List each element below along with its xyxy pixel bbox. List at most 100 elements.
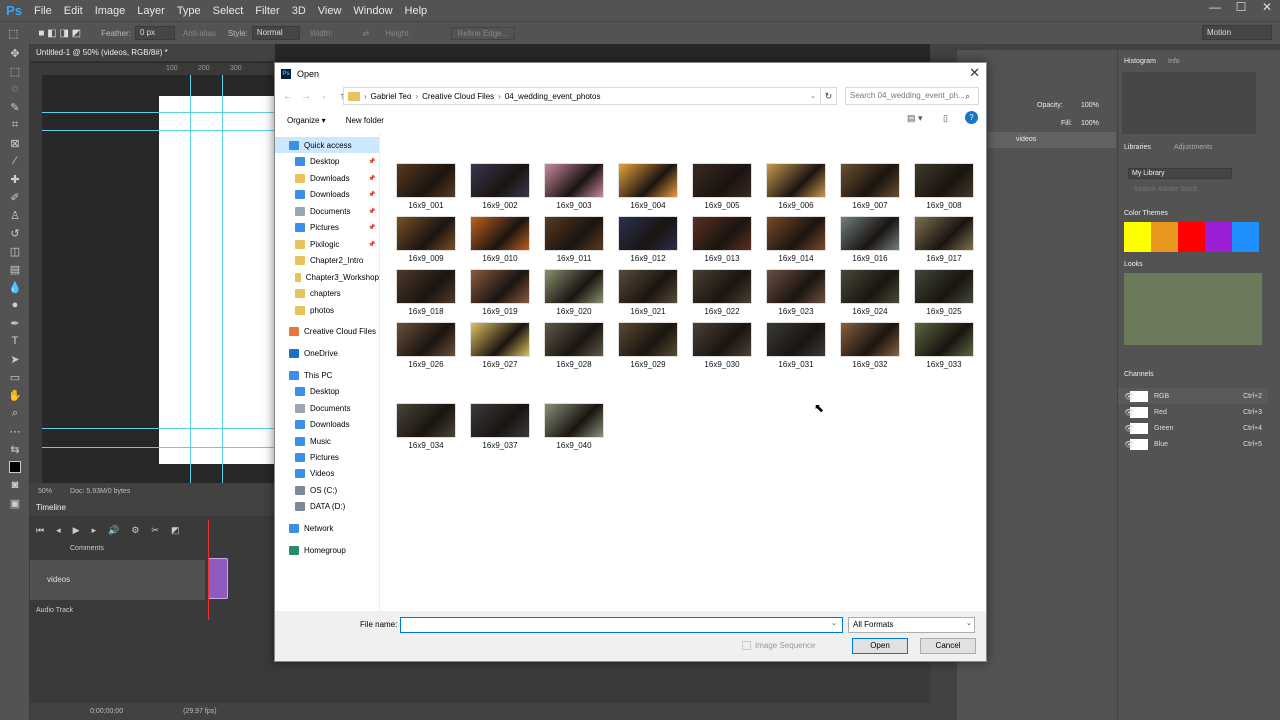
menu-type[interactable]: Type <box>171 5 207 17</box>
dodge-tool-icon[interactable]: ● <box>0 296 30 314</box>
file-thumbnail[interactable]: 16x9_016 <box>839 216 901 264</box>
stamp-tool-icon[interactable]: ♙ <box>0 206 30 224</box>
menu-select[interactable]: Select <box>207 5 250 17</box>
eye-icon[interactable]: 👁 <box>1124 440 1134 449</box>
eyedropper-tool-icon[interactable]: ⁄ <box>0 152 30 170</box>
shape-tool-icon[interactable]: ▭ <box>0 368 30 386</box>
file-thumbnail[interactable]: 16x9_017 <box>913 216 975 264</box>
file-thumbnail[interactable]: 16x9_001 <box>395 163 457 211</box>
nav-item-desktop[interactable]: Desktop <box>275 383 379 399</box>
tab-channels[interactable]: Channels <box>1124 371 1154 378</box>
more-tools-icon[interactable]: ⋯ <box>0 422 30 440</box>
nav-item-chapter3-workshop[interactable]: Chapter3_Workshop <box>275 269 379 285</box>
screen-mode-icon[interactable]: ▣ <box>0 494 30 512</box>
breadcrumb-item[interactable]: 04_wedding_event_photos <box>505 92 601 101</box>
channel-row[interactable]: 👁 Red Ctrl+3 <box>1118 404 1268 420</box>
file-thumbnail[interactable]: 16x9_024 <box>839 269 901 317</box>
chevron-down-icon[interactable]: ⌄ <box>810 92 816 100</box>
nav-item-pictures[interactable]: Pictures 📌 <box>275 219 379 235</box>
history-brush-icon[interactable]: ↺ <box>0 224 30 242</box>
file-name-input[interactable] <box>400 617 843 633</box>
color-swatch[interactable] <box>1205 222 1232 252</box>
menu-image[interactable]: Image <box>89 5 132 17</box>
file-thumbnail[interactable]: 16x9_022 <box>691 269 753 317</box>
refresh-icon[interactable]: ↻ <box>821 87 837 105</box>
nav-item-os-c-[interactable]: OS (C:) <box>275 482 379 498</box>
file-thumbnail[interactable]: 16x9_014 <box>765 216 827 264</box>
nav-item-this-pc[interactable]: This PC <box>275 367 379 383</box>
file-thumbnail[interactable]: 16x9_040 <box>543 403 605 451</box>
lasso-tool-icon[interactable]: ◌ <box>0 80 30 98</box>
refine-edge-button[interactable]: Refine Edge... <box>450 26 516 40</box>
color-swatch[interactable] <box>1232 222 1259 252</box>
nav-item-network[interactable]: Network <box>275 520 379 536</box>
nav-item-videos[interactable]: Videos <box>275 465 379 481</box>
layer-row[interactable]: videos <box>988 132 1116 148</box>
address-bar[interactable]: › Gabriel Teo › Creative Cloud Files › 0… <box>343 87 821 105</box>
swap-colors-icon[interactable]: ⇆ <box>0 440 30 458</box>
nav-item-pixilogic[interactable]: Pixilogic 📌 <box>275 236 379 252</box>
split-icon[interactable]: ✂ <box>151 525 159 536</box>
type-tool-icon[interactable]: T <box>0 332 30 350</box>
color-theme-swatches[interactable] <box>1124 222 1259 252</box>
chevron-down-icon[interactable]: ⌄ <box>831 619 837 627</box>
menu-help[interactable]: Help <box>399 5 434 17</box>
nav-item-homegroup[interactable]: Homegroup <box>275 542 379 558</box>
nav-item-data-d-[interactable]: DATA (D:) <box>275 498 379 514</box>
file-thumbnail[interactable]: 16x9_032 <box>839 322 901 370</box>
menu-file[interactable]: File <box>28 5 58 17</box>
swap-icon[interactable]: ⇄ <box>363 29 370 38</box>
workspace-select[interactable]: Motion <box>1202 25 1272 40</box>
tab-libraries[interactable]: Libraries <box>1124 144 1151 151</box>
file-thumbnail[interactable]: 16x9_020 <box>543 269 605 317</box>
eye-icon[interactable]: 👁 <box>1124 392 1134 401</box>
quick-mask-icon[interactable]: ◙ <box>0 476 30 494</box>
menu-edit[interactable]: Edit <box>58 5 89 17</box>
format-select[interactable]: All Formats <box>848 617 975 633</box>
close-window-button[interactable]: ✕ <box>1254 0 1280 21</box>
nav-item-onedrive[interactable]: OneDrive <box>275 345 379 361</box>
path-select-tool-icon[interactable]: ➤ <box>0 350 30 368</box>
color-swatch[interactable] <box>1151 222 1178 252</box>
file-thumbnail[interactable]: 16x9_029 <box>617 322 679 370</box>
breadcrumb-item[interactable]: Creative Cloud Files <box>422 92 494 101</box>
file-thumbnail[interactable]: 16x9_034 <box>395 403 457 451</box>
brush-tool-icon[interactable]: ✐ <box>0 188 30 206</box>
nav-item-downloads[interactable]: Downloads 📌 <box>275 186 379 202</box>
nav-item-documents[interactable]: Documents <box>275 400 379 416</box>
video-clip[interactable] <box>208 558 228 599</box>
eraser-tool-icon[interactable]: ◫ <box>0 242 30 260</box>
help-icon[interactable]: ? <box>965 111 978 124</box>
cancel-button[interactable]: Cancel <box>920 638 976 654</box>
playhead[interactable] <box>208 520 209 620</box>
preview-pane-icon[interactable]: ▯ <box>943 113 948 124</box>
library-select[interactable]: My Library <box>1128 168 1232 179</box>
menu-window[interactable]: Window <box>347 5 398 17</box>
crop-tool-icon[interactable]: ⌗ <box>0 116 30 134</box>
frame-tool-icon[interactable]: ⊠ <box>0 134 30 152</box>
first-frame-icon[interactable]: ⏮ <box>36 525 44 536</box>
file-thumbnail[interactable]: 16x9_021 <box>617 269 679 317</box>
file-thumbnail[interactable]: 16x9_003 <box>543 163 605 211</box>
minimize-button[interactable]: — <box>1202 0 1228 21</box>
doc-info[interactable]: Doc: 5.93M/0 bytes <box>70 488 130 495</box>
organize-button[interactable]: Organize ▾ <box>287 116 326 125</box>
close-icon[interactable]: ✕ <box>969 65 980 81</box>
nav-item-chapter2-intro[interactable]: Chapter2_Intro <box>275 252 379 268</box>
file-thumbnail[interactable]: 16x9_018 <box>395 269 457 317</box>
file-thumbnail[interactable]: 16x9_019 <box>469 269 531 317</box>
menu-layer[interactable]: Layer <box>131 5 171 17</box>
tab-histogram[interactable]: Histogram <box>1124 58 1156 65</box>
zoom-level[interactable]: 50% <box>38 488 52 495</box>
open-button[interactable]: Open <box>852 638 908 654</box>
settings-icon[interactable]: ⚙ <box>131 525 139 536</box>
file-thumbnail[interactable]: 16x9_025 <box>913 269 975 317</box>
hand-tool-icon[interactable]: ✋ <box>0 386 30 404</box>
mute-icon[interactable]: 🔊 <box>108 525 119 536</box>
file-thumbnail[interactable]: 16x9_030 <box>691 322 753 370</box>
file-thumbnail[interactable]: 16x9_010 <box>469 216 531 264</box>
color-swatch[interactable] <box>1124 222 1151 252</box>
next-frame-icon[interactable]: ▸ <box>92 525 97 536</box>
eye-icon[interactable]: 👁 <box>1124 408 1134 417</box>
nav-item-quick-access[interactable]: Quick access <box>275 137 379 153</box>
